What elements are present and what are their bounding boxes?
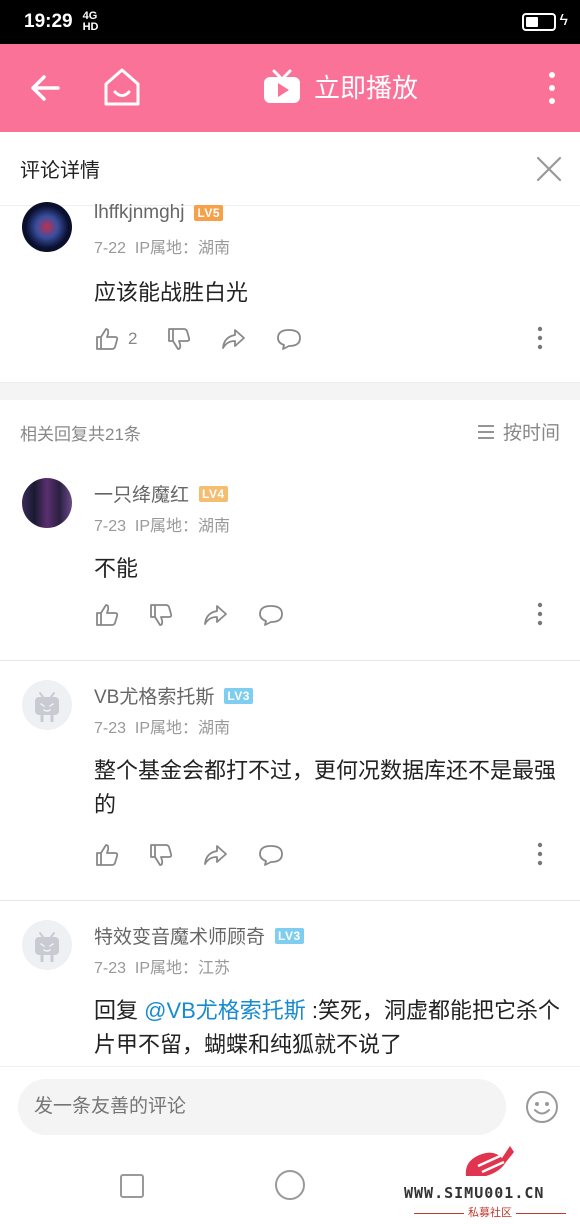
comment-date: 7-23 bbox=[94, 720, 127, 737]
like-count: 2 bbox=[128, 329, 138, 348]
default-avatar-icon bbox=[35, 932, 59, 962]
share-button[interactable] bbox=[202, 840, 228, 870]
list-icon bbox=[477, 424, 494, 439]
level-badge: LV3 bbox=[224, 687, 253, 704]
reply-button[interactable] bbox=[258, 840, 284, 870]
ip-location: IP属地：湖南 bbox=[134, 720, 231, 737]
like-button[interactable]: 2 bbox=[94, 324, 137, 354]
back-arrow-icon[interactable] bbox=[28, 68, 64, 108]
comment-meta: 7-23 IP属地：湖南 bbox=[94, 714, 230, 738]
comment-bubble-icon bbox=[259, 845, 283, 866]
thumbs-down-icon bbox=[150, 604, 173, 626]
watermark-logo-icon bbox=[465, 1146, 514, 1176]
thumbs-down-icon bbox=[150, 844, 173, 866]
username[interactable]: VB尤格索托斯 bbox=[94, 682, 214, 709]
thumbs-up-icon bbox=[96, 328, 119, 350]
share-icon bbox=[222, 329, 245, 349]
page-title: 评论详情 bbox=[20, 160, 100, 182]
status-time: 19:29 bbox=[24, 11, 73, 32]
more-options-icon[interactable] bbox=[536, 326, 544, 350]
watermark-site: WWW.SIMU001.CN bbox=[404, 1184, 545, 1202]
ip-location: IP属地：湖南 bbox=[134, 240, 231, 257]
replies-header: 相关回复共21条 按时间 bbox=[0, 400, 580, 460]
comment-meta: 7-23 IP属地：江苏 bbox=[94, 954, 230, 978]
share-button[interactable] bbox=[202, 600, 228, 630]
avatar[interactable] bbox=[22, 920, 72, 970]
section-gap bbox=[0, 382, 580, 400]
reply-button[interactable] bbox=[258, 600, 284, 630]
more-options-icon[interactable] bbox=[536, 602, 544, 626]
divider bbox=[0, 900, 580, 901]
share-icon bbox=[204, 605, 227, 625]
comment-actions bbox=[94, 600, 544, 630]
watermark-subtitle: 私募社区 bbox=[404, 1204, 576, 1220]
recent-apps-button[interactable] bbox=[120, 1174, 144, 1198]
comment-content: 回复 @VB尤格索托斯 :笑死，洞虚都能把它杀个片甲不留，蝴蝶和纯狐就不说了 bbox=[94, 994, 564, 1062]
sort-label: 按时间 bbox=[502, 423, 560, 444]
username[interactable]: 一只绛魔红 bbox=[94, 480, 189, 507]
like-button[interactable] bbox=[94, 600, 120, 630]
thumbs-down-icon bbox=[168, 328, 191, 350]
comment-date: 7-22 bbox=[94, 240, 127, 257]
share-button[interactable] bbox=[220, 324, 246, 354]
home-nav-button[interactable] bbox=[275, 1170, 305, 1200]
comment-date: 7-23 bbox=[94, 518, 127, 535]
dislike-button[interactable] bbox=[148, 840, 174, 870]
status-bar: 19:29 4G HD ϟ bbox=[0, 0, 580, 44]
like-button[interactable] bbox=[94, 840, 120, 870]
thumbs-up-icon bbox=[96, 844, 119, 866]
level-badge: LV5 bbox=[194, 205, 224, 221]
comment-actions bbox=[94, 840, 544, 870]
divider bbox=[0, 660, 580, 661]
watermark: WWW.SIMU001.CN 私募社区 bbox=[404, 1140, 576, 1224]
reply-item: 一只绛魔红 LV4 7-23 IP属地：湖南 不能 bbox=[0, 478, 580, 660]
share-icon bbox=[204, 845, 227, 865]
main-comment: lhffkjnmghj LV5 7-22 IP属地：湖南 应该能战胜白光 2 bbox=[0, 202, 580, 382]
default-avatar-icon bbox=[35, 692, 59, 722]
comment-bubble-icon bbox=[259, 605, 283, 626]
ip-location: IP属地：湖南 bbox=[134, 518, 231, 535]
sort-by-time-button[interactable]: 按时间 bbox=[477, 418, 560, 445]
comment-detail-header: 评论详情 bbox=[0, 132, 580, 206]
dislike-button[interactable] bbox=[148, 600, 174, 630]
comment-input-bar bbox=[0, 1066, 580, 1146]
comment-meta: 7-22 IP属地：湖南 bbox=[94, 234, 230, 258]
comment-bubble-icon bbox=[277, 329, 301, 350]
ip-location: IP属地：江苏 bbox=[134, 960, 231, 977]
level-badge: LV3 bbox=[275, 927, 304, 944]
network-indicator: 4G HD bbox=[82, 10, 99, 33]
level-badge: LV4 bbox=[199, 485, 228, 502]
close-icon[interactable] bbox=[536, 156, 562, 182]
user-mention-link[interactable]: @VB尤格索托斯 bbox=[144, 998, 306, 1023]
app-bar: 立即播放 bbox=[0, 44, 580, 132]
avatar[interactable] bbox=[22, 478, 72, 528]
username[interactable]: 特效变音魔术师顾奇 bbox=[94, 922, 265, 949]
reply-item: VB尤格索托斯 LV3 7-23 IP属地：湖南 整个基金会都打不过，更何况数据… bbox=[0, 680, 580, 900]
play-now-button[interactable]: 立即播放 bbox=[262, 68, 418, 105]
dislike-button[interactable] bbox=[166, 324, 192, 354]
comment-content: 整个基金会都打不过，更何况数据库还不是最强的 bbox=[94, 758, 557, 817]
play-now-label: 立即播放 bbox=[314, 73, 419, 103]
more-options-icon[interactable] bbox=[536, 842, 544, 866]
reply-prefix: 回复 bbox=[94, 998, 145, 1023]
comment-actions: 2 bbox=[94, 324, 544, 354]
thumbs-up-icon bbox=[96, 604, 119, 626]
charging-icon: ϟ bbox=[559, 12, 568, 29]
comment-content: 不能 bbox=[94, 556, 139, 581]
more-vertical-icon[interactable] bbox=[544, 70, 560, 106]
reply-count: 相关回复共21条 bbox=[20, 425, 141, 444]
reply-item: 特效变音魔术师顾奇 LV3 7-23 IP属地：江苏 回复 @VB尤格索托斯 :… bbox=[0, 920, 580, 1066]
comment-content: 应该能战胜白光 bbox=[94, 280, 249, 305]
avatar[interactable] bbox=[22, 202, 72, 252]
comment-date: 7-23 bbox=[94, 960, 127, 977]
battery-icon bbox=[522, 13, 556, 31]
avatar[interactable] bbox=[22, 680, 72, 730]
tv-play-icon bbox=[264, 69, 300, 103]
username[interactable]: lhffkjnmghj bbox=[94, 202, 184, 224]
home-icon[interactable] bbox=[102, 66, 142, 110]
emoji-icon[interactable] bbox=[524, 1089, 560, 1125]
comment-meta: 7-23 IP属地：湖南 bbox=[94, 512, 230, 536]
reply-button[interactable] bbox=[276, 324, 302, 354]
comment-input[interactable] bbox=[18, 1079, 506, 1135]
